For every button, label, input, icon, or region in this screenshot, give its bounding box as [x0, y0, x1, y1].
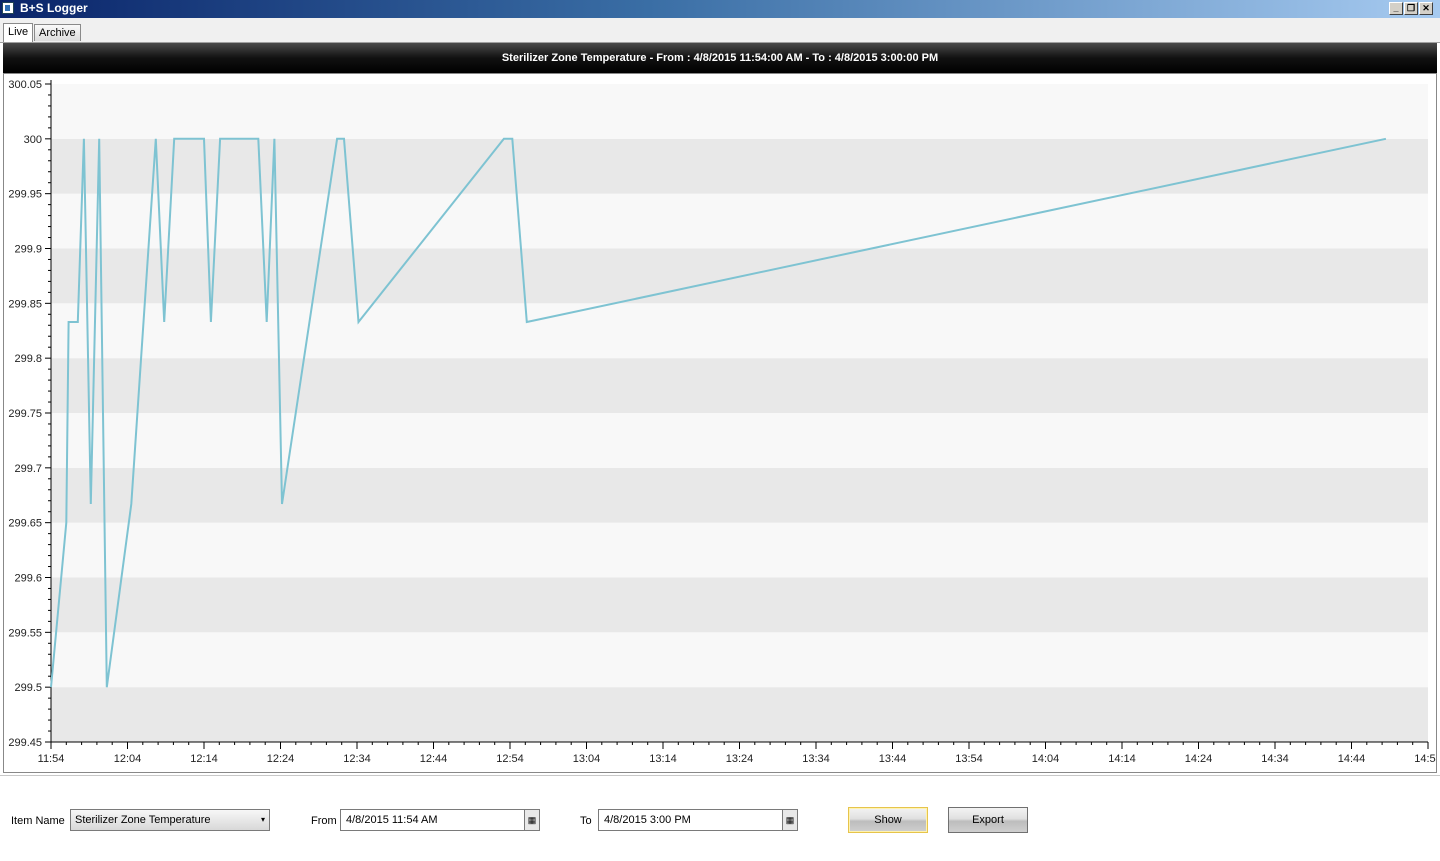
y-tick-label: 299.65 — [8, 518, 42, 530]
grid-band — [51, 577, 1428, 633]
restore-button[interactable]: ❐ — [1404, 2, 1418, 15]
grid-band — [51, 358, 1428, 413]
grid-band — [51, 522, 1428, 578]
x-tick-label: 14:54 — [1414, 753, 1436, 765]
x-tick-label: 12:54 — [496, 753, 524, 765]
x-tick-label: 14:44 — [1338, 753, 1366, 765]
x-tick-label: 14:24 — [1185, 753, 1213, 765]
grid-band — [51, 687, 1428, 742]
grid-band — [51, 84, 1428, 139]
from-date-value: 4/8/2015 11:54 AM — [346, 814, 438, 826]
chevron-down-icon: ▾ — [260, 815, 265, 824]
y-tick-label: 299.8 — [14, 353, 42, 365]
y-tick-label: 299.5 — [14, 682, 42, 694]
grid-band — [51, 413, 1428, 468]
grid-band — [51, 138, 1428, 194]
x-tick-label: 13:04 — [573, 753, 601, 765]
x-tick-label: 13:14 — [649, 753, 677, 765]
to-date-field[interactable]: 4/8/2015 3:00 PM ▦ — [598, 809, 798, 831]
x-tick-label: 12:14 — [190, 753, 218, 765]
y-tick-label: 299.75 — [8, 408, 42, 420]
grid-band — [51, 467, 1428, 523]
y-tick-label: 299.6 — [14, 573, 42, 585]
item-name-value: Sterilizer Zone Temperature — [75, 814, 211, 826]
x-tick-label: 13:34 — [802, 753, 830, 765]
item-name-select[interactable]: Sterilizer Zone Temperature ▾ — [70, 809, 270, 831]
item-name-label: Item Name — [11, 815, 65, 827]
x-tick-label: 14:34 — [1261, 753, 1289, 765]
tab-live[interactable]: Live — [3, 23, 34, 42]
x-tick-label: 12:04 — [114, 753, 142, 765]
x-tick-label: 12:24 — [267, 753, 295, 765]
show-button[interactable]: Show — [848, 807, 928, 833]
x-tick-label: 12:34 — [343, 753, 371, 765]
x-tick-label: 13:44 — [879, 753, 907, 765]
from-label: From — [311, 815, 337, 827]
y-tick-label: 299.7 — [14, 463, 42, 475]
tab-strip — [0, 18, 1440, 43]
x-tick-label: 13:54 — [955, 753, 983, 765]
close-button[interactable]: ✕ — [1419, 2, 1433, 15]
y-tick-label: 299.85 — [8, 298, 42, 310]
minimize-button[interactable]: _ — [1389, 2, 1403, 15]
calendar-icon[interactable]: ▦ — [782, 810, 797, 830]
grid-band — [51, 303, 1428, 359]
y-tick-label: 299.55 — [8, 627, 42, 639]
calendar-icon[interactable]: ▦ — [524, 810, 539, 830]
x-tick-label: 14:04 — [1032, 753, 1060, 765]
grid-band — [51, 193, 1428, 249]
chart-title: Sterilizer Zone Temperature - From : 4/8… — [3, 43, 1437, 73]
tab-archive[interactable]: Archive — [34, 24, 81, 41]
to-date-value: 4/8/2015 3:00 PM — [604, 814, 691, 826]
window-title: B+S Logger — [20, 1, 88, 15]
to-label: To — [580, 815, 592, 827]
chart-panel: 299.45 299.5 299.55 299.6 299.65 299.7 299.75 2… — [3, 73, 1437, 773]
x-tick-label: 13:24 — [726, 753, 754, 765]
from-date-field[interactable]: 4/8/2015 11:54 AM ▦ — [340, 809, 540, 831]
temperature-line-chart: 299.45 299.5 299.55 299.6 299.65 299.7 299.75 2… — [8, 79, 1436, 765]
x-tick-label: 11:54 — [38, 753, 65, 765]
x-tick-label: 12:44 — [420, 753, 448, 765]
y-tick-label: 299.45 — [8, 737, 42, 749]
y-tick-label: 299.9 — [14, 244, 42, 256]
export-button[interactable]: Export — [948, 807, 1028, 833]
y-tick-label: 299.95 — [8, 189, 42, 201]
y-tick-label: 300 — [24, 134, 42, 146]
filter-bar: Item Name Sterilizer Zone Temperature ▾ … — [0, 775, 1440, 861]
y-tick-label: 300.05 — [8, 79, 42, 91]
title-bar: B+S Logger _ ❐ ✕ — [0, 0, 1440, 18]
app-icon — [2, 2, 14, 14]
x-tick-label: 14:14 — [1108, 753, 1136, 765]
grid-band — [51, 632, 1428, 688]
